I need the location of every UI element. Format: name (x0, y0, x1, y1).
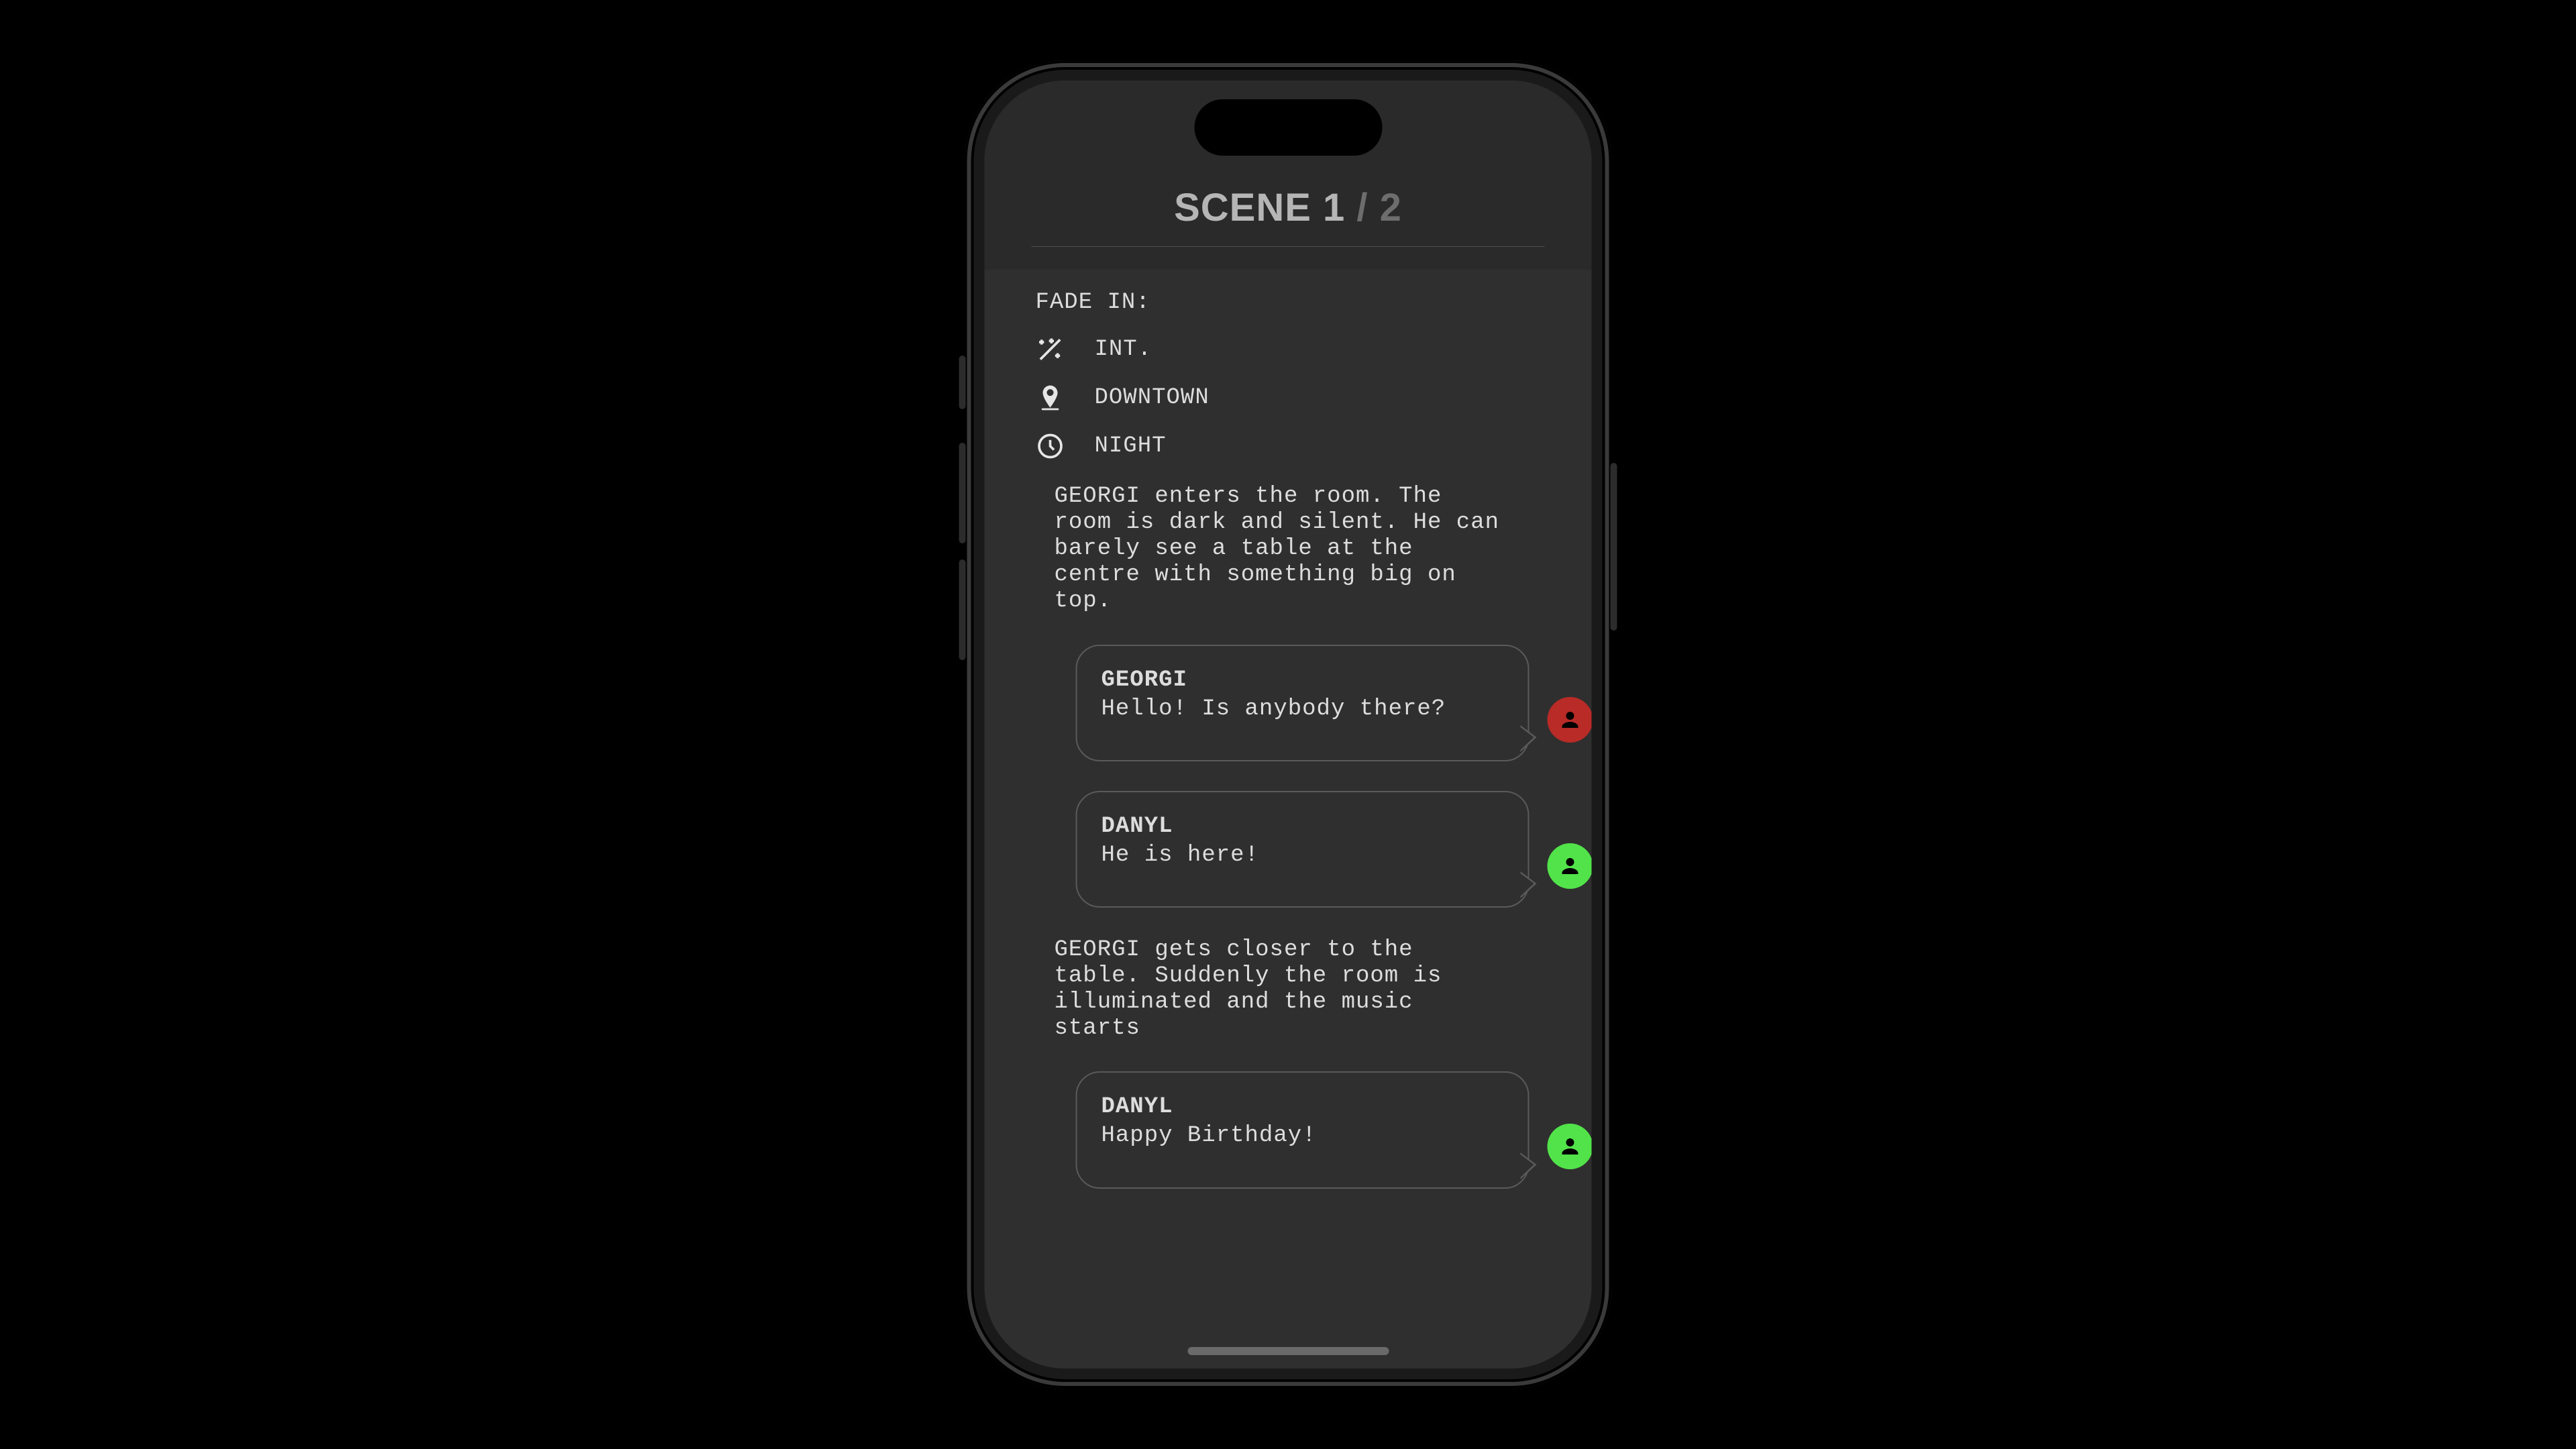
dynamic-island (1194, 99, 1382, 156)
scene-total: 2 (1380, 186, 1402, 229)
dialogue-character: GEORGI (1102, 667, 1504, 694)
home-indicator[interactable] (1187, 1347, 1389, 1355)
dialogue-block[interactable]: DANYL He is here! (1076, 791, 1541, 908)
pin-icon (1036, 383, 1065, 413)
bubble-tail (1521, 871, 1537, 898)
dialogue-bubble: GEORGI Hello! Is anybody there? (1076, 645, 1529, 761)
slug-row-intext[interactable]: INT. (1036, 335, 1541, 364)
phone-screen: SCENE 1 / 2 FADE IN: (985, 80, 1592, 1368)
scene-number: 1 (1323, 186, 1345, 229)
dialogue-bubble: DANYL Happy Birthday! (1076, 1071, 1529, 1188)
stage: SCENE 1 / 2 FADE IN: (0, 0, 2576, 1449)
action-block: GEORGI gets closer to the table. Suddenl… (1055, 937, 1504, 1042)
bubble-tail (1521, 725, 1537, 752)
person-icon (1558, 854, 1582, 878)
character-badge[interactable] (1548, 843, 1592, 889)
scene-total-group: / 2 (1356, 186, 1402, 229)
character-badge[interactable] (1548, 1124, 1592, 1169)
action-block: GEORGI enters the room. The room is dark… (1055, 484, 1504, 614)
slug-row-location[interactable]: DOWNTOWN (1036, 383, 1541, 413)
scene-slash: / (1356, 186, 1368, 229)
dialogue-bubble: DANYL He is here! (1076, 791, 1529, 908)
transition-in: FADE IN: (1036, 290, 1541, 316)
phone-device-frame: SCENE 1 / 2 FADE IN: (965, 60, 1612, 1389)
dialogue-character: DANYL (1102, 1094, 1504, 1120)
dialogue-line: Hello! Is anybody there? (1102, 696, 1504, 722)
slug-location-value: DOWNTOWN (1095, 385, 1210, 411)
character-badge[interactable] (1548, 697, 1592, 743)
volume-down-button[interactable] (959, 559, 966, 660)
dialogue-line: He is here! (1102, 843, 1504, 869)
slug-intext-value: INT. (1095, 337, 1152, 363)
slug-time-value: NIGHT (1095, 433, 1167, 460)
person-icon (1558, 1134, 1582, 1159)
person-icon (1558, 708, 1582, 732)
scene-header: SCENE 1 / 2 (985, 174, 1592, 270)
bubble-tail (1521, 1152, 1537, 1179)
slug-row-time[interactable]: NIGHT (1036, 431, 1541, 461)
scene-title: SCENE 1 / 2 (1032, 185, 1545, 247)
wand-icon (1036, 335, 1065, 364)
dialogue-block[interactable]: DANYL Happy Birthday! (1076, 1071, 1541, 1188)
power-button[interactable] (1611, 463, 1617, 631)
dialogue-character: DANYL (1102, 814, 1504, 840)
dialogue-block[interactable]: GEORGI Hello! Is anybody there? (1076, 645, 1541, 761)
dialogue-line: Happy Birthday! (1102, 1123, 1504, 1149)
scene-word: SCENE (1174, 186, 1311, 229)
mute-switch[interactable] (959, 356, 966, 409)
volume-up-button[interactable] (959, 443, 966, 543)
clock-icon (1036, 431, 1065, 461)
screenplay-content[interactable]: FADE IN: INT. (985, 270, 1592, 1368)
